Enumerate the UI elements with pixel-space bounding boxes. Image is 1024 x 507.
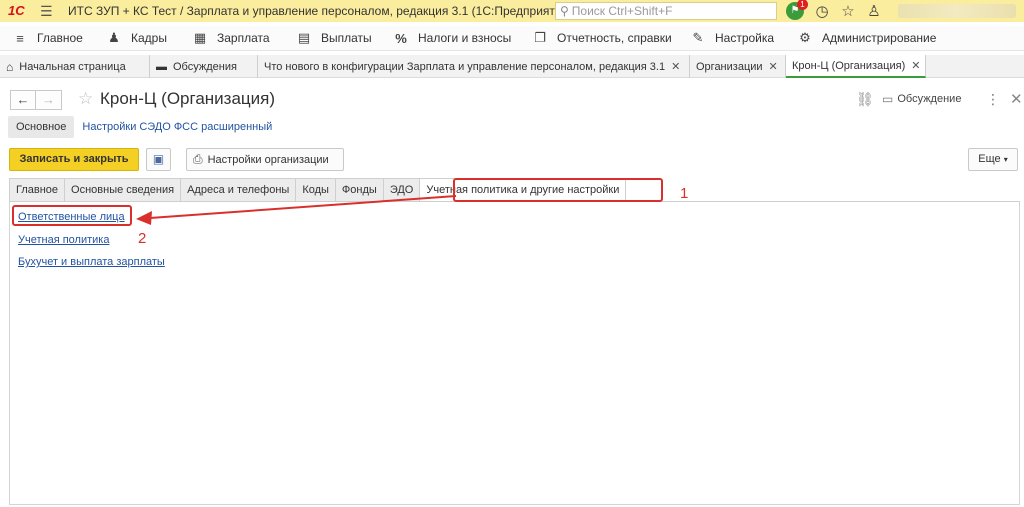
menu-item-main[interactable]: ≡ Главное (12, 26, 83, 51)
chat-icon: ▬ (156, 60, 167, 73)
tab-label: Что нового в конфигурации Зарплата и упр… (264, 60, 666, 73)
tab-discussions[interactable]: ▬ Обсуждения (150, 55, 258, 78)
back-arrow-icon[interactable]: ← (10, 90, 36, 110)
calculator-icon: ▦ (193, 30, 207, 45)
printer-icon: ⎙ (193, 152, 203, 166)
tab-funds[interactable]: Фонды (334, 178, 383, 202)
forward-arrow-icon[interactable]: → (36, 90, 62, 110)
tab-edo[interactable]: ЭДО (382, 178, 420, 202)
user-name-blurred[interactable] (898, 4, 1016, 18)
link-bookkeeping-salary-payment[interactable]: Бухучет и выплата зарплаты (18, 256, 165, 268)
more-button[interactable]: Еще ▾ (968, 148, 1018, 171)
history-icon[interactable]: ◷ (814, 2, 830, 20)
tab-whats-new[interactable]: Что нового в конфигурации Зарплата и упр… (258, 55, 690, 78)
history-nav: ← → (10, 90, 62, 110)
tab-kron-c-organization[interactable]: Крон-Ц (Организация) ✕ (786, 55, 926, 78)
titlebar-tools: ⚑ 1 ◷ ☆ ♙ (786, 0, 882, 22)
search-placeholder: Поиск Ctrl+Shift+F (571, 4, 673, 18)
tab-organizations[interactable]: Организации ✕ (690, 55, 786, 78)
menu-item-label: Зарплата (217, 31, 270, 45)
subsection-sedo-settings[interactable]: Настройки СЭДО ФСС расширенный (82, 121, 272, 133)
menu-item-payments[interactable]: ▤ Выплаты (296, 26, 372, 51)
menu-item-administration[interactable]: ⚙ Администрирование (797, 26, 936, 51)
close-tab-icon[interactable]: ✕ (911, 59, 920, 72)
menu-item-salary[interactable]: ▦ Зарплата (192, 26, 270, 51)
hamburger-menu-icon[interactable]: ☰ (40, 4, 54, 18)
global-search-input[interactable]: ⚲ Поиск Ctrl+Shift+F (555, 2, 777, 20)
subsection-main[interactable]: Основное (8, 116, 75, 138)
annotation-number-1: 1 (680, 185, 689, 202)
favorite-star-icon[interactable]: ☆ (78, 89, 93, 109)
tab-addresses-phones[interactable]: Адреса и телефоны (180, 178, 296, 202)
close-form-icon[interactable]: ✕ (1010, 90, 1023, 108)
cash-icon: ▤ (297, 30, 311, 45)
tab-codes[interactable]: Коды (295, 178, 335, 202)
menu-item-label: Кадры (131, 31, 167, 45)
organization-settings-label: Настройки организации (207, 153, 329, 166)
tab-label: Обсуждения (173, 60, 237, 73)
user-icon[interactable]: ♙ (866, 2, 882, 20)
wrench-icon: ✎ (692, 30, 704, 45)
link-icon[interactable]: ⛓ (856, 91, 874, 108)
annotation-number-2: 2 (138, 230, 147, 247)
menu-item-label: Администрирование (822, 31, 937, 45)
app-title: ИТС ЗУП + КС Тест / Зарплата и управлени… (68, 4, 573, 18)
organization-settings-button[interactable]: ⎙ Настройки организации (186, 148, 344, 171)
home-icon: ⌂ (6, 59, 14, 74)
comment-icon: ▭ (882, 92, 894, 106)
percent-icon: % (395, 30, 407, 46)
menu-lines-icon: ≡ (16, 30, 24, 46)
menu-item-label: Отчетность, справки (557, 31, 672, 45)
menu-item-label: Настройка (715, 31, 775, 45)
menu-item-label: Налоги и взносы (418, 31, 512, 45)
discussion-button[interactable]: ▭ Обсуждение (882, 92, 961, 106)
people-icon: ♟ (108, 30, 120, 45)
menu-item-hr[interactable]: ♟ Кадры (106, 26, 167, 51)
tab-label: Крон-Ц (Организация) (792, 59, 906, 72)
save-floppy-icon[interactable]: ▣ (146, 148, 171, 171)
close-tab-icon[interactable]: ✕ (671, 60, 680, 73)
open-windows-bar: ⌂ Начальная страница ▬ Обсуждения Что ново… (0, 55, 1024, 78)
more-label: Еще (978, 153, 1001, 165)
tab-main[interactable]: Главное (9, 178, 65, 202)
1c-logo: 1С (8, 3, 25, 18)
link-accounting-policy[interactable]: Учетная политика (18, 234, 109, 246)
annotation-highlight-link (12, 205, 132, 226)
tab-label: Организации (696, 60, 763, 73)
chevron-down-icon: ▾ (1003, 155, 1008, 164)
search-icon: ⚲ (560, 4, 569, 18)
tab-label: Начальная страница (19, 60, 126, 73)
menu-item-settings[interactable]: ✎ Настройка (690, 26, 775, 51)
favorites-star-icon[interactable]: ☆ (840, 2, 856, 20)
tab-home-page[interactable]: ⌂ Начальная страница (0, 55, 150, 78)
annotation-highlight-tab (453, 178, 663, 202)
save-and-close-button[interactable]: Записать и закрыть (9, 148, 139, 171)
reports-icon: ❐ (534, 30, 546, 45)
menu-item-label: Выплаты (321, 31, 372, 45)
gear-icon: ⚙ (799, 30, 811, 45)
main-menu: ≡ Главное ♟ Кадры ▦ Зарплата ▤ Выплаты % Нало… (0, 26, 1024, 51)
notifications-icon[interactable]: ⚑ 1 (786, 0, 808, 20)
tab-content-panel (9, 202, 1020, 505)
close-tab-icon[interactable]: ✕ (769, 60, 778, 73)
notification-badge: 1 (797, 0, 808, 10)
menu-item-reports[interactable]: ❐ Отчетность, справки (532, 26, 672, 51)
more-actions-icon[interactable]: ⋮ (986, 91, 1000, 108)
menu-item-taxes[interactable]: % Налоги и взносы (393, 26, 511, 51)
menu-item-label: Главное (37, 31, 83, 45)
tab-basic-info[interactable]: Основные сведения (64, 178, 181, 202)
form-subsections: Основное Настройки СЭДО ФСС расширенный (8, 116, 272, 138)
form-title: Крон-Ц (Организация) (100, 89, 276, 108)
discussion-label: Обсуждение (897, 93, 962, 105)
